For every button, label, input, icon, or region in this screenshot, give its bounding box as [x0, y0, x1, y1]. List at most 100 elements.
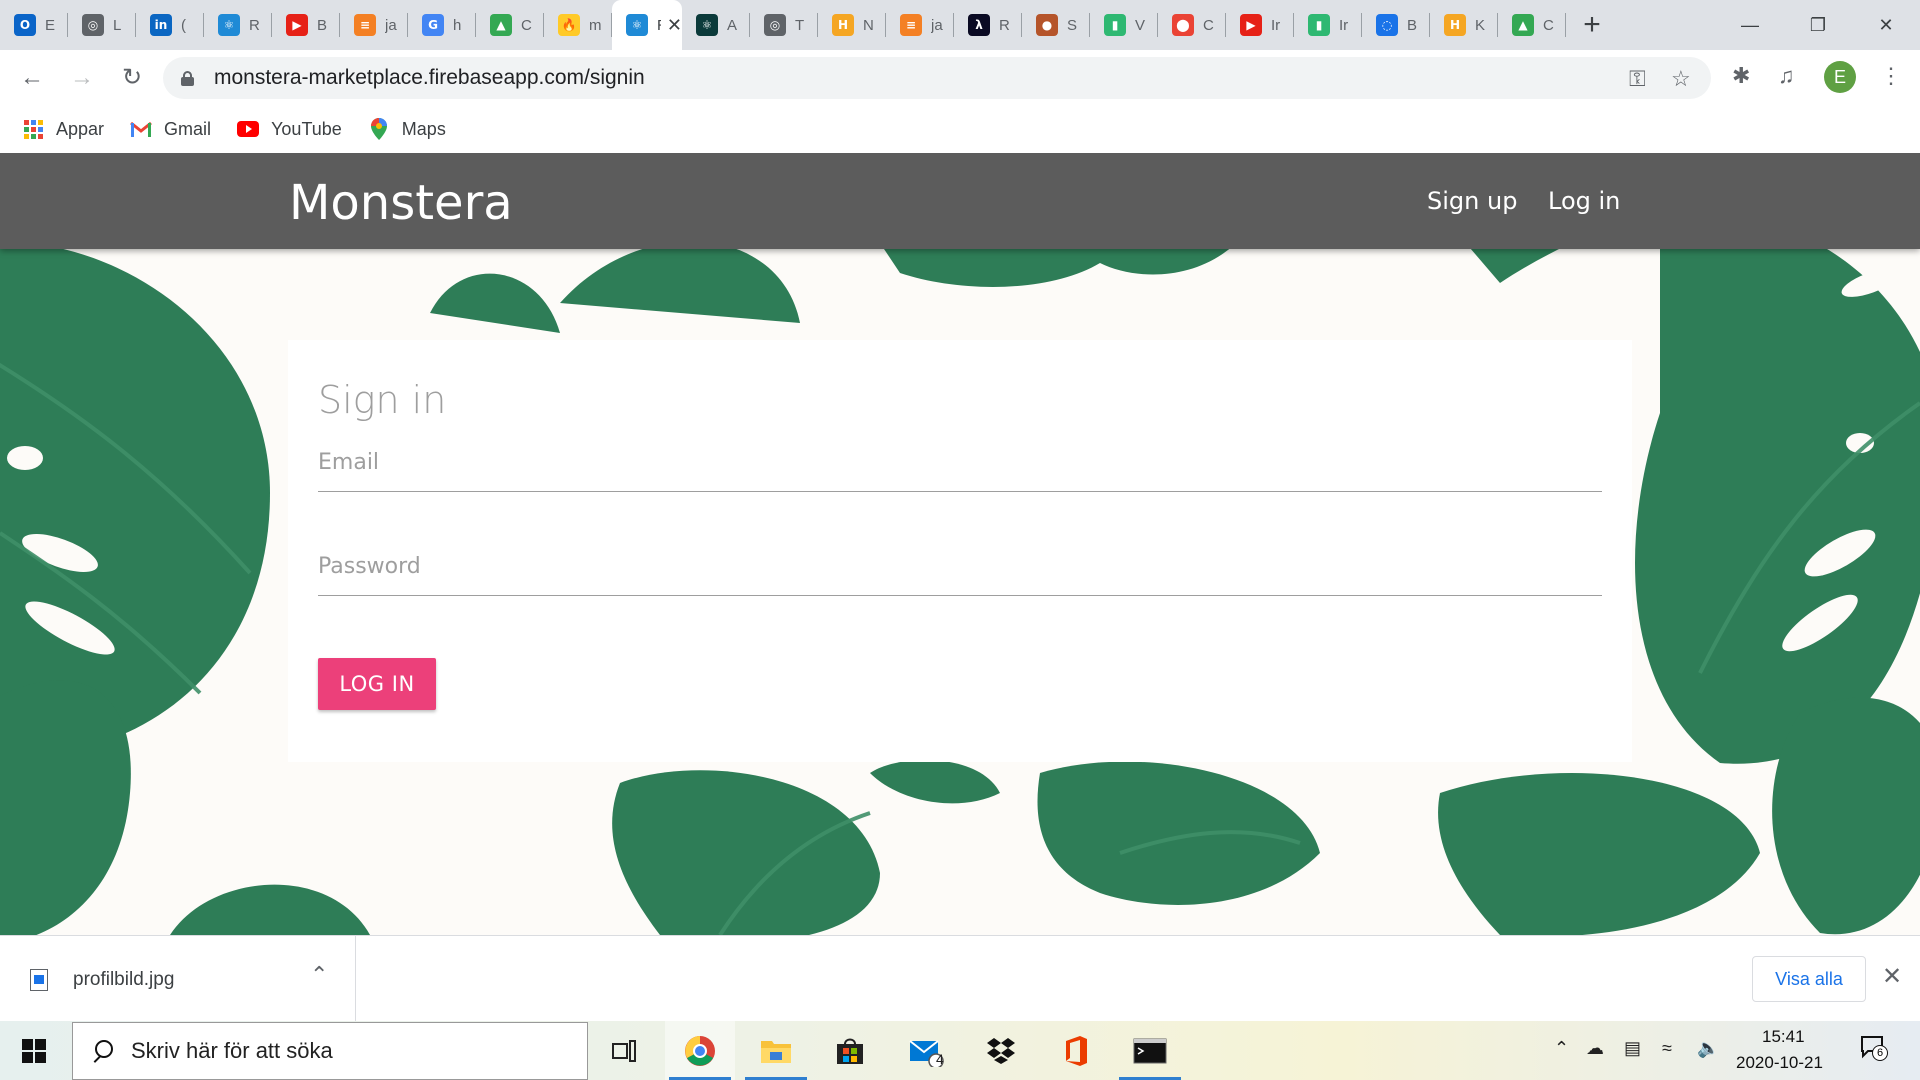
cloud-icon[interactable]: ☁: [1586, 1038, 1604, 1059]
restore-button[interactable]: ❐: [1784, 0, 1852, 50]
search-icon: [91, 1040, 113, 1062]
mail-icon[interactable]: 4: [891, 1021, 961, 1080]
browser-tab[interactable]: ⚛ R: [204, 0, 272, 50]
menu-icon[interactable]: ⋮: [1880, 63, 1902, 89]
minimize-button[interactable]: —: [1716, 0, 1784, 50]
freecodecamp-icon: λ: [968, 14, 990, 36]
file-explorer-icon[interactable]: [741, 1021, 811, 1080]
stackoverflow-icon: ≡: [900, 14, 922, 36]
browser-tab[interactable]: ◎ L: [68, 0, 136, 50]
browser-tab[interactable]: ⚛ Re ✕: [612, 0, 682, 50]
browser-tab[interactable]: ▶ Ir: [1226, 0, 1294, 50]
browser-tab[interactable]: ▶ B: [272, 0, 340, 50]
hackernoon-icon: H: [832, 14, 854, 36]
analytics-icon: ▮: [1104, 14, 1126, 36]
new-tab-button[interactable]: +: [1566, 0, 1618, 50]
download-item[interactable]: profilbild.jpg ⌃: [0, 936, 356, 1022]
store-icon[interactable]: [815, 1021, 885, 1080]
email-field[interactable]: [318, 434, 1602, 492]
reload-button[interactable]: ↻: [114, 60, 150, 96]
extensions-icon[interactable]: ✱: [1732, 63, 1750, 89]
globe-icon: ◎: [764, 14, 786, 36]
browser-tab[interactable]: ◎ T: [750, 0, 818, 50]
battery-icon[interactable]: ▤: [1624, 1038, 1641, 1059]
login-button[interactable]: LOG IN: [318, 658, 436, 710]
browser-tab[interactable]: HN: [818, 0, 886, 50]
bookmark-gmail[interactable]: Gmail: [130, 118, 211, 140]
signup-link[interactable]: Sign up: [1427, 187, 1517, 215]
browser-tab[interactable]: ▲ C: [476, 0, 544, 50]
browser-tab[interactable]: ▲ C: [1498, 0, 1566, 50]
browser-tab[interactable]: Gh: [408, 0, 476, 50]
browser-tab[interactable]: ◌ B: [1362, 0, 1430, 50]
bookmark-youtube[interactable]: YouTube: [237, 118, 342, 140]
taskbar-search-box[interactable]: Skriv här för att söka: [72, 1022, 588, 1080]
react-icon: ⚛: [696, 14, 718, 36]
tab-title: C: [1203, 16, 1214, 34]
tab-title: R: [249, 16, 260, 34]
browser-tab[interactable]: λR: [954, 0, 1022, 50]
react-icon: ⚛: [218, 14, 240, 36]
chrome-taskbar-icon[interactable]: [665, 1021, 735, 1080]
tab-title: N: [863, 16, 874, 34]
password-field[interactable]: [318, 538, 1602, 596]
bookmark-appar[interactable]: Appar: [22, 118, 104, 140]
forward-button[interactable]: →: [64, 60, 100, 96]
drive-icon: ▲: [490, 14, 512, 36]
mail-badge: 4: [936, 1051, 944, 1067]
browser-tab[interactable]: ≡ ja: [340, 0, 408, 50]
windows-taskbar: Skriv här för att söka 4 ⌃ ☁ ▤ ≈ 🔈 15:41…: [0, 1021, 1920, 1080]
tab-title: ja: [385, 16, 397, 34]
browser-tab[interactable]: ⚛ A: [682, 0, 750, 50]
window-controls: — ❐ ✕: [1716, 0, 1920, 50]
notification-badge: 6: [1872, 1045, 1888, 1061]
browser-tab[interactable]: ▮ Ir: [1294, 0, 1362, 50]
planet-icon: ●: [1036, 14, 1058, 36]
show-all-downloads-button[interactable]: Visa alla: [1752, 956, 1866, 1002]
bookmark-maps[interactable]: Maps: [368, 118, 446, 140]
browser-tab[interactable]: ▮ V: [1090, 0, 1158, 50]
tab-title: Ir: [1271, 16, 1281, 34]
key-icon[interactable]: ⚿: [1629, 66, 1646, 92]
task-view-icon[interactable]: [589, 1021, 659, 1080]
tab-title: L: [113, 16, 122, 34]
chevron-up-icon[interactable]: ⌃: [310, 962, 328, 988]
profile-avatar[interactable]: E: [1824, 61, 1856, 93]
media-control-icon[interactable]: ♫: [1778, 63, 1795, 89]
image-file-icon: [30, 969, 48, 991]
office-icon[interactable]: [1041, 1021, 1111, 1080]
wifi-icon[interactable]: ≈: [1662, 1038, 1672, 1059]
browser-tab[interactable]: OE: [0, 0, 68, 50]
back-button[interactable]: ←: [14, 60, 50, 96]
tab-title: Ir: [1339, 16, 1349, 34]
windows-start-icon[interactable]: [22, 1039, 46, 1063]
volume-icon[interactable]: 🔈: [1697, 1038, 1719, 1059]
browser-tab[interactable]: 🔥 m: [544, 0, 612, 50]
dropbox-icon[interactable]: [966, 1021, 1036, 1080]
browser-tab[interactable]: in (: [136, 0, 204, 50]
browser-tab[interactable]: ⬤ C: [1158, 0, 1226, 50]
close-shelf-icon[interactable]: ✕: [1882, 962, 1902, 991]
maps-icon: ⬤: [1172, 14, 1194, 36]
login-link[interactable]: Log in: [1548, 187, 1620, 215]
youtube-icon: [237, 118, 260, 140]
browser-tab[interactable]: ● S: [1022, 0, 1090, 50]
download-filename: profilbild.jpg: [73, 969, 175, 990]
clock-date[interactable]: 2020-10-21: [1736, 1053, 1823, 1073]
site-navbar: Monstera Sign up Log in: [0, 153, 1920, 249]
taskbar-search-placeholder: Skriv här för att söka: [131, 1038, 333, 1063]
browser-tab[interactable]: ≡ ja: [886, 0, 954, 50]
brand-logo[interactable]: Monstera: [289, 175, 513, 231]
terminal-icon[interactable]: [1115, 1021, 1185, 1080]
chevron-up-tray-icon[interactable]: ⌃: [1554, 1038, 1569, 1059]
tab-title: K: [1475, 16, 1486, 34]
close-tab-icon[interactable]: ✕: [667, 15, 682, 36]
notification-center-icon[interactable]: 6: [1860, 1035, 1888, 1061]
close-window-button[interactable]: ✕: [1852, 0, 1920, 50]
gmail-icon: [130, 118, 152, 140]
address-bar[interactable]: monstera-marketplace.firebaseapp.com/sig…: [163, 57, 1711, 99]
star-icon[interactable]: ☆: [1671, 66, 1691, 92]
url-text[interactable]: monstera-marketplace.firebaseapp.com/sig…: [214, 66, 645, 90]
clock-time[interactable]: 15:41: [1762, 1027, 1805, 1047]
browser-tab[interactable]: HK: [1430, 0, 1498, 50]
